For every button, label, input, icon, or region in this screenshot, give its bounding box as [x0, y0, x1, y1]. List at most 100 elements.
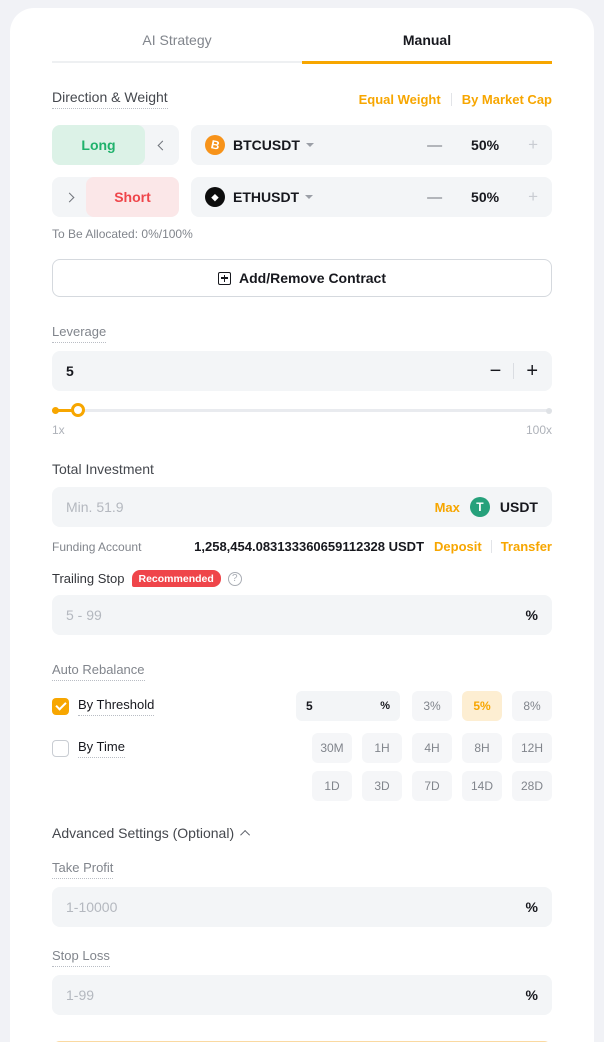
stop-loss-input[interactable] — [66, 987, 516, 1003]
by-time-checkbox[interactable] — [52, 740, 69, 757]
to-be-allocated-text: To Be Allocated: 0%/100% — [52, 227, 552, 241]
time-chip-12h[interactable]: 12H — [512, 733, 552, 763]
divider — [451, 93, 452, 106]
short-pill[interactable]: Short — [86, 177, 179, 217]
chevron-right-icon[interactable] — [52, 194, 86, 201]
tab-manual[interactable]: Manual — [302, 10, 552, 63]
by-time-label: By Time — [78, 739, 125, 758]
divider — [513, 363, 514, 379]
symbol-name[interactable]: BTCUSDT — [233, 137, 300, 153]
time-chip-1h[interactable]: 1H — [362, 733, 402, 763]
funding-account-label: Funding Account — [52, 540, 141, 554]
weight-value: 50% — [442, 137, 528, 153]
advanced-settings-toggle[interactable]: Advanced Settings (Optional) — [52, 825, 552, 841]
funding-account-row: Funding Account 1,258,454.08313336065911… — [52, 539, 552, 554]
transfer-link[interactable]: Transfer — [501, 539, 552, 554]
by-market-cap-button[interactable]: By Market Cap — [462, 92, 552, 107]
slider-max-label: 100x — [526, 423, 552, 437]
leverage-input[interactable] — [66, 363, 480, 379]
trailing-stop-field: % — [52, 595, 552, 635]
time-chip-4h[interactable]: 4H — [412, 733, 452, 763]
threshold-chip-5-selected[interactable]: 5% — [462, 691, 502, 721]
deposit-link[interactable]: Deposit — [434, 539, 482, 554]
symbol-name[interactable]: ETHUSDT — [233, 189, 299, 205]
by-threshold-row: By Threshold % 3% 5% 8% — [52, 691, 552, 721]
chevron-up-icon — [240, 829, 250, 839]
take-profit-input[interactable] — [66, 899, 516, 915]
slider-handle[interactable] — [71, 403, 85, 417]
slider-start-dot — [52, 407, 59, 414]
by-time-row: By Time 30M 1H 4H 8H 12H — [52, 733, 552, 763]
investment-input[interactable] — [66, 499, 425, 515]
direction-toggle-short[interactable]: Short — [52, 177, 179, 217]
trailing-stop-input[interactable] — [66, 607, 516, 623]
weight-plus-icon[interactable]: + — [528, 187, 538, 207]
stop-loss-field: % — [52, 975, 552, 1015]
contract-row-eth: Short ◆ ETHUSDT — 50% + — [52, 177, 552, 217]
weight-plus-icon[interactable]: + — [528, 135, 538, 155]
percent-unit: % — [526, 987, 538, 1003]
leverage-field: − + — [52, 351, 552, 391]
leverage-slider[interactable] — [52, 403, 552, 417]
trading-bot-panel: AI Strategy Manual Direction & Weight Eq… — [10, 8, 594, 1042]
investment-field: Max T USDT — [52, 487, 552, 527]
percent-unit: % — [526, 607, 538, 623]
strategy-tabs: AI Strategy Manual — [52, 10, 552, 63]
help-icon[interactable]: ? — [228, 572, 242, 586]
percent-unit: % — [526, 899, 538, 915]
add-remove-contract-button[interactable]: Add/Remove Contract — [52, 259, 552, 297]
slider-track[interactable] — [52, 409, 552, 412]
long-pill[interactable]: Long — [52, 125, 145, 165]
direction-toggle-long[interactable]: Long — [52, 125, 179, 165]
btc-icon: B — [205, 135, 225, 155]
equal-weight-button[interactable]: Equal Weight — [359, 92, 441, 107]
by-threshold-label: By Threshold — [78, 697, 154, 716]
time-chip-30m[interactable]: 30M — [312, 733, 352, 763]
take-profit-label: Take Profit — [52, 860, 113, 879]
max-button[interactable]: Max — [435, 500, 460, 515]
trailing-stop-header: Trailing Stop Recommended ? — [52, 570, 552, 587]
slider-min-label: 1x — [52, 423, 65, 437]
symbol-selector-eth: ◆ ETHUSDT — 50% + — [191, 177, 552, 217]
direction-weight-label: Direction & Weight — [52, 89, 168, 109]
time-chip-8h[interactable]: 8H — [462, 733, 502, 763]
threshold-chip-8[interactable]: 8% — [512, 691, 552, 721]
by-threshold-checkbox[interactable] — [52, 698, 69, 715]
chevron-left-icon[interactable] — [145, 142, 179, 149]
recommended-badge: Recommended — [132, 570, 221, 587]
usdt-icon: T — [470, 497, 490, 517]
leverage-label: Leverage — [52, 324, 106, 343]
chevron-down-icon[interactable] — [306, 143, 314, 147]
chevron-down-icon[interactable] — [305, 195, 313, 199]
threshold-value-field: % — [296, 691, 400, 721]
symbol-selector-btc: B BTCUSDT — 50% + — [191, 125, 552, 165]
tab-ai-strategy[interactable]: AI Strategy — [52, 10, 302, 63]
time-chip-28d[interactable]: 28D — [512, 771, 552, 801]
stop-loss-label: Stop Loss — [52, 948, 110, 967]
time-chip-3d[interactable]: 3D — [362, 771, 402, 801]
time-chip-7d[interactable]: 7D — [412, 771, 452, 801]
auto-rebalance-label: Auto Rebalance — [52, 662, 145, 681]
eth-icon: ◆ — [205, 187, 225, 207]
trailing-stop-label: Trailing Stop — [52, 571, 125, 586]
time-chip-1d[interactable]: 1D — [312, 771, 352, 801]
funding-balance: 1,258,454.083133360659112328 USDT — [194, 539, 424, 554]
advanced-settings-label: Advanced Settings (Optional) — [52, 825, 234, 841]
threshold-input[interactable] — [306, 699, 380, 713]
add-contract-icon — [218, 272, 231, 285]
add-remove-contract-label: Add/Remove Contract — [239, 270, 386, 286]
weight-minus-icon[interactable]: — — [427, 189, 442, 206]
total-investment-label: Total Investment — [52, 461, 154, 477]
direction-weight-header: Direction & Weight Equal Weight By Marke… — [52, 89, 552, 109]
leverage-plus-button[interactable]: + — [526, 361, 538, 381]
threshold-chip-3[interactable]: 3% — [412, 691, 452, 721]
time-chip-14d[interactable]: 14D — [462, 771, 502, 801]
weight-mode-links: Equal Weight By Market Cap — [359, 92, 552, 107]
contract-row-btc: Long B BTCUSDT — 50% + — [52, 125, 552, 165]
slider-range-labels: 1x 100x — [52, 423, 552, 437]
leverage-minus-button[interactable]: − — [490, 361, 502, 381]
currency-label: USDT — [500, 499, 538, 515]
divider — [491, 540, 492, 553]
take-profit-field: % — [52, 887, 552, 927]
weight-minus-icon[interactable]: — — [427, 137, 442, 154]
